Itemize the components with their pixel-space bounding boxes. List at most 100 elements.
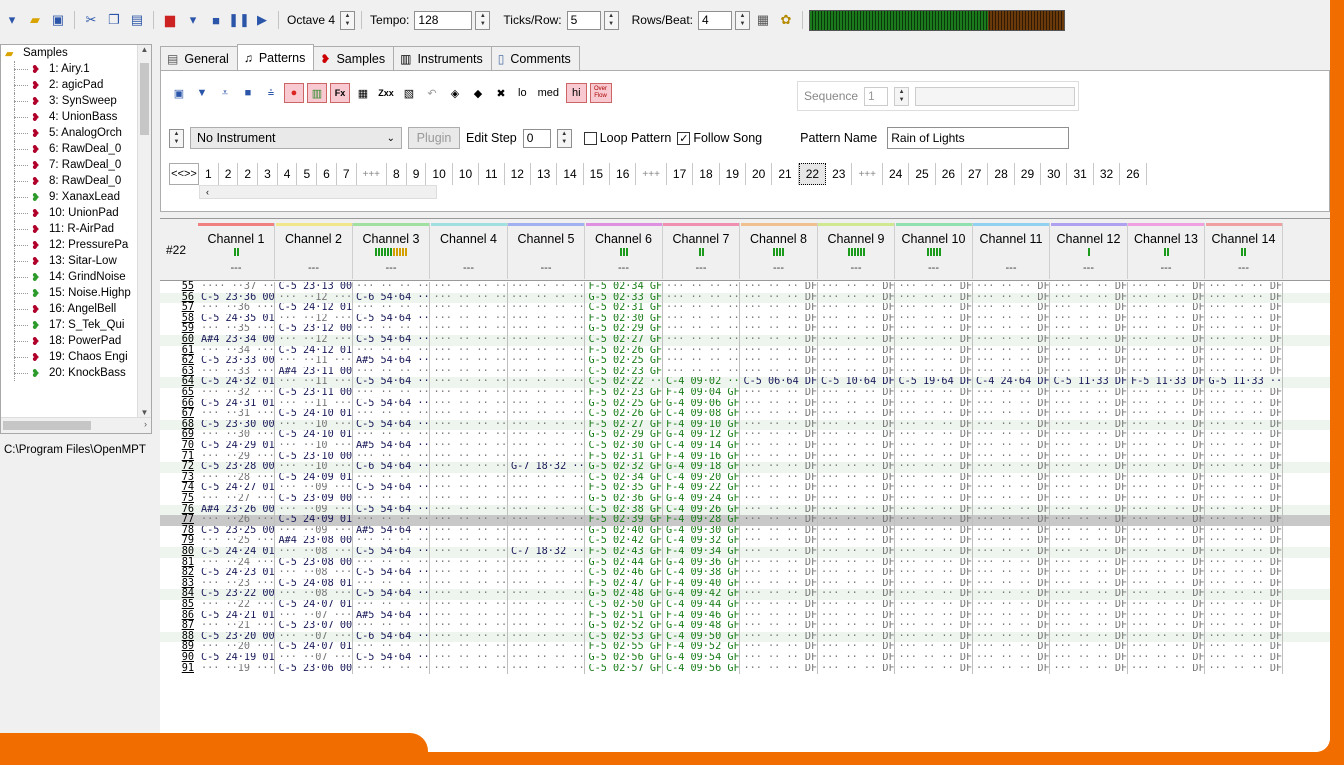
pattern-cell[interactable]: ··· ·· ·· ··· (508, 441, 585, 452)
copy-icon[interactable]: ❐ (104, 10, 124, 30)
pattern-cell[interactable]: ··· ·· ·· DF1 (896, 292, 973, 304)
pattern-cell[interactable]: C-5 24·19 010 (198, 653, 275, 664)
pattern-cell[interactable]: C-5 06·64 DF1 (741, 377, 818, 388)
pattern-cell[interactable]: F-4 09·04 GFF (663, 388, 740, 399)
pattern-cell[interactable]: ··· ·· ·· DF1 (1206, 356, 1283, 367)
pattern-cell[interactable]: C-5 24·12 010 (276, 345, 353, 357)
pattern-cell[interactable]: ··· ··09 ··· (276, 483, 353, 494)
channel-header[interactable]: Channel 6 --- (585, 223, 663, 279)
sample-item[interactable]: ❥ 18: PowerPad (1, 333, 139, 349)
pattern-cell[interactable]: ··· ·· ·· DF1 (818, 653, 895, 664)
pattern-cell[interactable]: ··· ·· ·· DF1 (1206, 589, 1283, 600)
tab-general[interactable]: ▤ General (160, 46, 238, 70)
pattern-row[interactable]: 82 C-5 24·23 010 ··· ··08 ··· C-5 54·64 ···… (160, 568, 1330, 579)
pattern-cell[interactable]: ··· ·· ·· DF1 (818, 388, 895, 399)
rows-beat-spinner[interactable]: ▲ ▼ (734, 10, 750, 30)
pattern-cell[interactable]: ··· ·· ·· DF1 (1206, 335, 1283, 346)
pattern-cell[interactable]: ··· ·· ·· DF1 (1206, 547, 1283, 558)
pattern-cell[interactable]: ··· ·· ·· ··· (663, 303, 740, 314)
pattern-cell[interactable]: ··· ·· ·· DF1 (1128, 610, 1205, 622)
pattern-cell[interactable]: F-5 02·47 GFF (586, 578, 663, 590)
pattern-cell[interactable]: F-5 02·31 GFF (586, 451, 663, 463)
midi-record-icon[interactable]: ▆ (160, 10, 180, 30)
pattern-cell[interactable]: ··· ·· ·· DF1 (1051, 589, 1128, 600)
pattern-cell[interactable]: C-5 24·08 010 (276, 578, 353, 590)
pattern-row[interactable]: 76 A#4 23·26 005 ··· ··09 ··· C-5 54·64 ···… (160, 504, 1330, 516)
pattern-cell[interactable]: F-5 02·27 GFF (586, 419, 663, 431)
pattern-cell[interactable]: ··· ·· ·· DF1 (1051, 610, 1128, 622)
effects-icon[interactable]: Fx (330, 83, 350, 103)
pattern-cell[interactable]: F-4 09·40 GFF (663, 578, 740, 590)
pattern-cell[interactable]: ··· ·· ·· ··· (431, 430, 508, 441)
pattern-cell[interactable]: ··· ·· ·· DF1 (818, 589, 895, 600)
pattern-cell[interactable]: ··· ·· ·· DF1 (818, 525, 895, 537)
channel-header[interactable]: Channel 9 --- (818, 223, 895, 279)
pattern-cell[interactable]: ··· ·· ·· DF1 (896, 366, 973, 378)
pattern-cell[interactable]: ··· ·· ·· ··· (431, 451, 508, 463)
order-scrollbar[interactable]: ‹ (199, 185, 437, 199)
pattern-cell[interactable]: ··· ·· ·· DF1 (1206, 621, 1283, 632)
tempo-field[interactable]: 128 (414, 10, 473, 30)
pattern-cell[interactable]: ··· ·· ·· ··· (663, 324, 740, 335)
pattern-cell[interactable]: G-4 09·18 GFF (663, 462, 740, 473)
pattern-cell[interactable]: C-5 24·12 010 (276, 303, 353, 314)
pattern-cell[interactable]: ··· ··33 ··· (198, 366, 275, 378)
pattern-cell[interactable]: G-5 02·44 GFF (586, 557, 663, 569)
pattern-cell[interactable]: ··· ·· ·· DF1 (818, 642, 895, 653)
pattern-cell[interactable]: ··· ·· ·· DF1 (896, 504, 973, 516)
pattern-cell[interactable]: ··· ·· ·· ··· (431, 366, 508, 378)
order-item[interactable]: 20 (746, 163, 773, 185)
pattern-cell[interactable]: G-5 02·40 GFF (586, 525, 663, 537)
pattern-cell[interactable]: ··· ··11 ··· (276, 356, 353, 367)
channel-header[interactable]: Channel 2 --- (275, 223, 353, 279)
order-separator[interactable]: +++ (852, 163, 883, 185)
pattern-cell[interactable]: ··· ·· ·· DF1 (973, 525, 1050, 537)
channel-header[interactable]: Channel 5 --- (508, 223, 585, 279)
new-file-dropdown-icon[interactable]: ▾ (2, 10, 22, 30)
pattern-cell[interactable]: C-5 02·46 GFF (586, 568, 663, 579)
pattern-row[interactable]: 78 C-5 23·25 005 ··· ··09 ··· A#5 54·64 ···… (160, 525, 1330, 537)
pattern-cell[interactable]: ··· ·· ·· ··· (431, 292, 508, 304)
pattern-cell[interactable]: C-4 09·44 GFF (663, 600, 740, 611)
pattern-cell[interactable]: ··· ·· ·· DF1 (1206, 292, 1283, 304)
pattern-editor[interactable]: #22 Channel 1 --- Channel 2 --- Channel 3 ---… (160, 218, 1330, 752)
channel-header[interactable]: Channel 14 --- (1205, 223, 1283, 279)
order-item[interactable]: 23 (826, 163, 853, 185)
pattern-cell[interactable]: ··· ·· ·· ··· (353, 303, 430, 314)
record-icon[interactable]: ● (284, 83, 304, 103)
pattern-cell[interactable]: ··· ·· ·· ··· (508, 345, 585, 357)
overflow-toggle[interactable]: Over Flow (589, 83, 612, 103)
pattern-row[interactable]: 60 A#4 23·34 005 ··· ··12 ··· C-5 54·64 ···… (160, 334, 1330, 346)
pattern-cell[interactable]: G-5 02·29 GFF (586, 430, 663, 441)
cut-icon[interactable]: ✂ (81, 10, 101, 30)
pattern-cell[interactable]: C-5 23·06 005 (276, 663, 353, 675)
pattern-cell[interactable]: ··· ·· ·· DF1 (818, 483, 895, 494)
pattern-cell[interactable]: ··· ··23 ··· (198, 578, 275, 590)
pattern-cell[interactable]: ··· ·· ·· DF1 (741, 653, 818, 664)
pattern-cell[interactable]: C-4 09·02 ··· (663, 377, 740, 388)
order-item[interactable]: 17 (667, 163, 694, 185)
pattern-cell[interactable]: ··· ·· ·· DF1 (818, 441, 895, 452)
pattern-cell[interactable]: C-5 54·64 ··· (353, 653, 430, 664)
plugin-button[interactable]: Plugin (408, 127, 460, 149)
pattern-cell[interactable]: ··· ··09 ··· (276, 525, 353, 537)
pattern-cell[interactable]: ··· ·· ·· DF1 (1206, 472, 1283, 484)
pattern-row[interactable]: 72 C-5 23·28 005 ··· ··10 ··· C-6 54·64 ···… (160, 462, 1330, 473)
pattern-cell[interactable]: ··· ·· ·· DF1 (896, 282, 973, 293)
pattern-cell[interactable]: G-5 02·25 GFF (586, 356, 663, 367)
pattern-cell[interactable]: ··· ·· ·· ··· (431, 589, 508, 600)
quality-med[interactable]: med (534, 87, 563, 99)
pattern-row[interactable]: 85 ··· ··22 ··· C-5 24·07 010 ··· ·· ·· ···… (160, 599, 1330, 611)
pattern-cell[interactable]: ··· ·· ·· DF1 (973, 642, 1050, 653)
pattern-cell[interactable]: ··· ·· ·· ··· (353, 282, 430, 293)
pattern-cell[interactable]: ··· ·· ·· DF1 (1128, 494, 1205, 505)
ticks-row-spinner[interactable]: ▲ ▼ (603, 10, 619, 30)
pattern-cell[interactable]: ··· ·· ·· DF1 (741, 504, 818, 516)
order-item[interactable]: 27 (962, 163, 989, 185)
channel-header[interactable]: Channel 8 --- (740, 223, 818, 279)
pattern-cell[interactable]: ··· ·· ·· DF1 (741, 282, 818, 293)
pattern-cell[interactable]: ··· ·· ·· DF1 (896, 472, 973, 484)
pattern-cell[interactable]: ··· ·· ·· DF1 (818, 335, 895, 346)
pattern-cell[interactable]: ··· ·· ·· ··· (353, 536, 430, 547)
pattern-cell[interactable]: ··· ·· ·· DF1 (1128, 441, 1205, 452)
